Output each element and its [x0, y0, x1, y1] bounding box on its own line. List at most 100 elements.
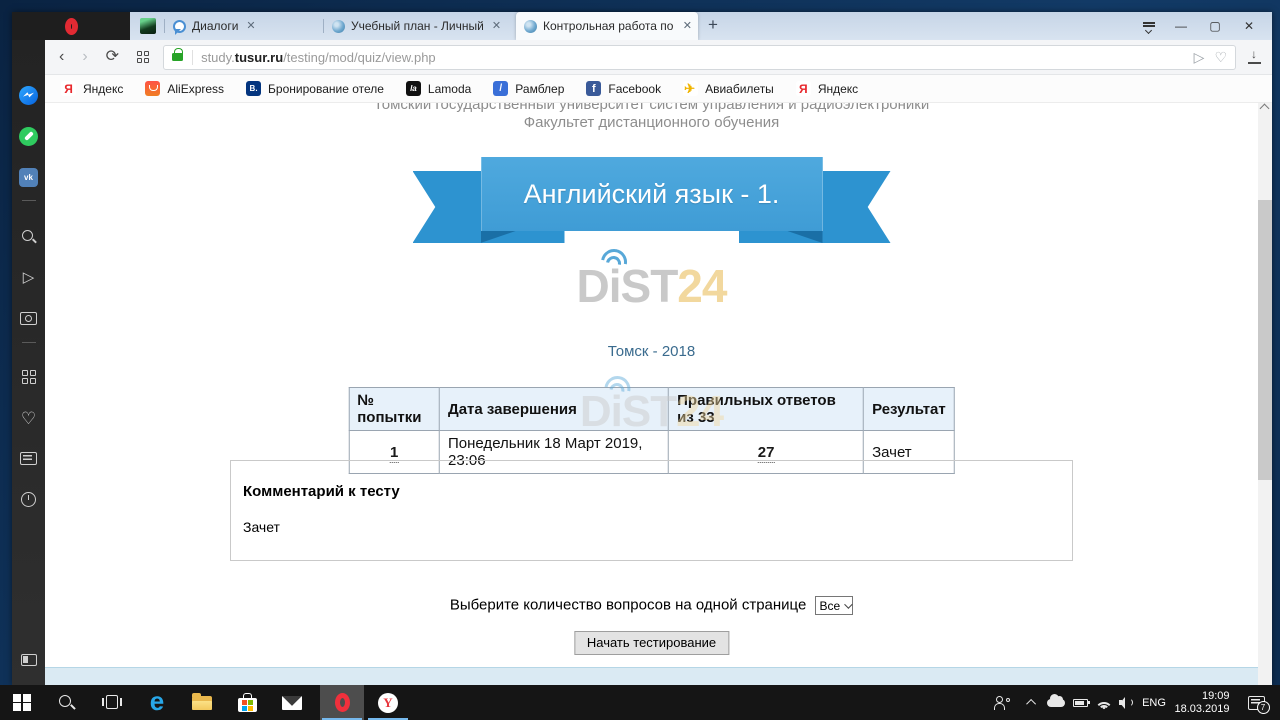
address-bar[interactable]: study.tusur.ru/testing/mod/quiz/view.php… [163, 45, 1236, 70]
col-attempt: № попытки [349, 388, 440, 431]
bookmark-yandex-2[interactable]: ЯЯндекс [796, 81, 858, 96]
search-tabs-icon[interactable] [12, 229, 45, 245]
opera-menu-button[interactable] [12, 12, 130, 40]
bookmark-aviabilety[interactable]: Авиабилеты [683, 81, 774, 96]
tab-label: Диалоги [192, 19, 238, 33]
personal-news-icon[interactable] [12, 452, 45, 465]
comment-title: Комментарий к тесту [243, 483, 1060, 500]
opera-taskbar-icon[interactable] [320, 685, 364, 720]
airplane-icon [683, 81, 698, 96]
bookmark-facebook[interactable]: fFacebook [586, 81, 661, 96]
aliexpress-icon [145, 81, 160, 96]
speed-dial-icon[interactable] [12, 370, 45, 384]
action-center-icon[interactable]: 7 [1240, 685, 1272, 720]
close-button[interactable]: ✕ [1232, 12, 1266, 40]
reload-button[interactable]: ⟳ [106, 49, 119, 65]
maximize-button[interactable]: ▢ [1198, 12, 1232, 40]
mail-icon[interactable] [270, 685, 314, 720]
taskbar-search-icon[interactable] [45, 685, 89, 720]
wifi-icon[interactable] [1092, 685, 1116, 720]
tab-dialogs[interactable]: Диалоги ✕ [165, 12, 323, 40]
back-button[interactable]: ‹ [59, 49, 64, 65]
bookmark-yandex[interactable]: ЯЯндекс [61, 81, 123, 96]
secure-lock-icon[interactable] [172, 53, 183, 61]
browser-main: ‹ › ⟳ study.tusur.ru/testing/mod/quiz/vi… [45, 40, 1272, 685]
tab-close-icon[interactable]: ✕ [492, 21, 501, 32]
bookmark-lamoda[interactable]: laLamoda [406, 81, 471, 96]
col-result: Результат [864, 388, 955, 431]
onedrive-cloud-icon[interactable] [1044, 685, 1068, 720]
tab-close-icon[interactable]: ✕ [246, 21, 255, 32]
tab-menu-icon[interactable] [1134, 12, 1164, 40]
tray-expand-chevron-icon[interactable] [1022, 685, 1042, 720]
people-tray-icon[interactable] [988, 685, 1016, 720]
course-title: Английский язык - 1. [524, 179, 780, 210]
yandex-browser-icon[interactable]: Y [366, 685, 410, 720]
send-to-flow-icon[interactable]: ▷ [1194, 49, 1205, 66]
downloads-icon[interactable] [1248, 50, 1262, 64]
tab-close-icon[interactable]: ✕ [683, 21, 692, 32]
city-year: Томск - 2018 [45, 343, 1258, 360]
whatsapp-icon[interactable] [12, 127, 45, 146]
address-toolbar: ‹ › ⟳ study.tusur.ru/testing/mod/quiz/vi… [45, 40, 1272, 75]
bookmark-booking[interactable]: B.Бронирование отеле [246, 81, 384, 96]
scrollbar-thumb[interactable] [1258, 200, 1272, 480]
opera-sidebar: vk ▷ ♡ [12, 40, 45, 685]
tab-label: Учебный план - Личный [351, 19, 484, 33]
my-flow-icon[interactable]: ▷ [12, 270, 45, 285]
yandex-icon: Я [796, 81, 811, 96]
test-comment-box: Комментарий к тесту Зачет [230, 460, 1073, 561]
tab-quiz-active[interactable]: Контрольная работа по д ✕ [516, 12, 698, 40]
tab-bar: Диалоги ✕ Учебный план - Личный ✕ Контро… [12, 12, 1272, 40]
tray-date: 18.03.2019 [1174, 703, 1229, 715]
scroll-up-arrow-icon[interactable] [1260, 104, 1270, 114]
tusur-favicon [524, 20, 537, 33]
bookmark-heart-icon[interactable]: ♡ [1214, 49, 1227, 66]
file-explorer-icon[interactable] [180, 685, 224, 720]
start-button[interactable] [0, 685, 44, 720]
minimize-button[interactable]: — [1164, 12, 1198, 40]
edge-icon[interactable]: e [135, 685, 179, 720]
sidebar-divider [12, 200, 45, 201]
volume-icon[interactable] [1114, 685, 1138, 720]
bookmark-rambler[interactable]: /Рамблер [493, 81, 564, 96]
page-content: Томский государственный университет сист… [45, 103, 1258, 685]
yandex-icon: Я [61, 81, 76, 96]
questions-per-page-select[interactable]: Все [815, 596, 854, 615]
col-date: Дата завершения [440, 388, 669, 431]
task-view-icon[interactable] [90, 685, 134, 720]
microsoft-store-icon[interactable] [225, 685, 269, 720]
faculty-name: Факультет дистанционного обучения [45, 114, 1258, 131]
col-correct: Правильных ответов из 33 [669, 388, 864, 431]
pinned-tab-favicon[interactable] [140, 18, 156, 34]
speed-dial-grid-icon[interactable] [137, 51, 149, 63]
bookmarks-bar: ЯЯндекс AliExpress B.Бронирование отеле … [45, 75, 1272, 103]
history-clock-icon[interactable] [12, 492, 45, 507]
desktop-wallpaper: Диалоги ✕ Учебный план - Личный ✕ Контро… [0, 0, 1280, 720]
tab-study-plan[interactable]: Учебный план - Личный ✕ [324, 12, 516, 40]
questions-per-page-row: Выберите количество вопросов на одной ст… [45, 596, 1258, 615]
start-test-button[interactable]: Начать тестирование [574, 631, 729, 655]
messenger-icon[interactable] [12, 86, 45, 105]
clock-date[interactable]: 19:0918.03.2019 [1170, 685, 1234, 720]
language-indicator[interactable]: ENG [1138, 685, 1170, 720]
chat-bubble-icon [173, 20, 186, 33]
wifi-arcs-icon [601, 247, 631, 269]
bookmark-aliexpress[interactable]: AliExpress [145, 81, 224, 96]
new-tab-button[interactable]: + [698, 12, 728, 40]
tusur-favicon [332, 20, 345, 33]
table-header-row: № попытки Дата завершения Правильных отв… [349, 388, 955, 431]
snapshot-camera-icon[interactable] [12, 312, 45, 325]
tab-label: Контрольная работа по д [543, 19, 675, 33]
battery-icon[interactable] [1068, 685, 1092, 720]
vertical-scrollbar[interactable] [1258, 103, 1272, 685]
facebook-icon: f [586, 81, 601, 96]
page-footer-strip [45, 667, 1258, 685]
browser-window: Диалоги ✕ Учебный план - Личный ✕ Контро… [12, 12, 1272, 685]
vk-icon[interactable]: vk [12, 168, 45, 187]
bookmarks-heart-icon[interactable]: ♡ [12, 410, 45, 427]
comment-body: Зачет [243, 519, 1060, 535]
url-text: study.tusur.ru/testing/mod/quiz/view.php [201, 50, 436, 65]
forward-button[interactable]: › [82, 49, 87, 65]
sidebar-setup-icon[interactable] [12, 654, 45, 666]
